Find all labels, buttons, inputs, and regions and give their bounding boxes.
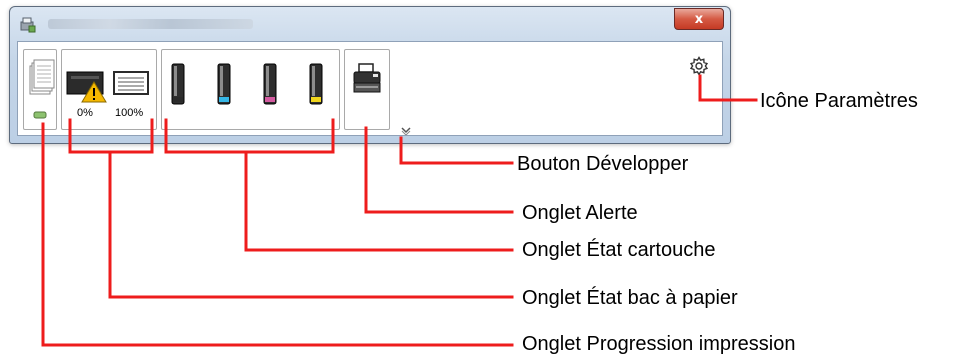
callout-line-toner-bracket [164,118,335,154]
callout-line-progress [41,122,514,347]
callout-line-paper [108,150,514,299]
callout-line-toner [244,150,514,252]
callout-label-toner: Onglet État cartouche [522,239,716,261]
callout-label-alert: Onglet Alerte [522,202,638,224]
callout-line-alert [364,126,514,214]
callout-label-progress: Onglet Progression impression [522,333,796,355]
callout-line-settings [698,74,758,102]
callout-line-expand [399,136,514,165]
callout-line-paper-bracket [68,118,154,154]
callout-lines [41,74,758,347]
callout-label-paper: Onglet État bac à papier [522,287,738,309]
callout-label-expand: Bouton Développer [517,153,689,175]
callout-label-settings: Icône Paramètres [760,90,918,112]
